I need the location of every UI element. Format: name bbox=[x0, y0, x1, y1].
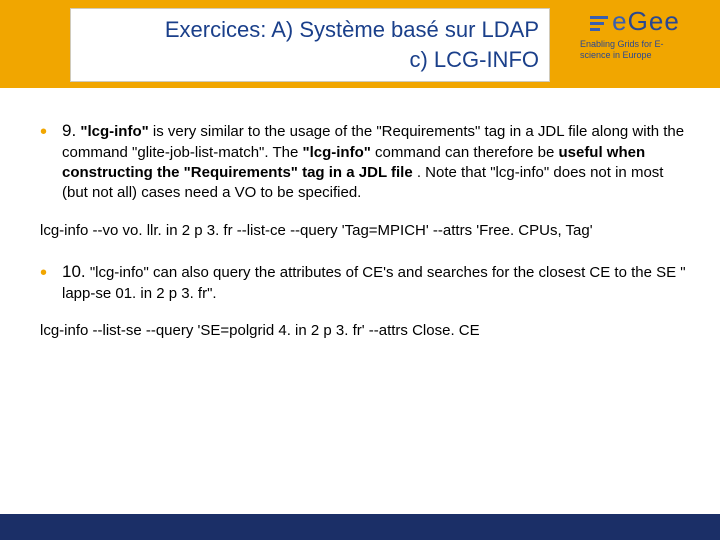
title-line-1: Exercices: A) Système basé sur LDAP bbox=[165, 15, 539, 45]
command-line: lcg-info --list-se --query 'SE=polgrid 4… bbox=[40, 322, 690, 339]
logo-mark: eGee bbox=[590, 6, 680, 37]
mid-bold: "lcg-info" bbox=[302, 144, 370, 161]
bullet-dot-icon: • bbox=[40, 261, 62, 304]
content: • 9. "lcg-info" is very similar to the u… bbox=[40, 120, 690, 361]
logo-lines-icon bbox=[590, 16, 608, 31]
bullet-body: 10. "lcg-info" can also query the attrib… bbox=[62, 261, 690, 304]
lead-bold: "lcg-info" bbox=[80, 123, 148, 140]
item-number: 9. bbox=[62, 121, 76, 140]
title-block: Exercices: A) Système basé sur LDAP c) L… bbox=[70, 8, 550, 82]
footer-band bbox=[0, 514, 720, 540]
logo-text: eGee bbox=[612, 6, 680, 37]
item-number: 10. bbox=[62, 262, 86, 281]
command-line: lcg-info --vo vo. llr. in 2 p 3. fr --li… bbox=[40, 222, 690, 239]
bullet-dot-icon: • bbox=[40, 120, 62, 204]
bullet-item: • 9. "lcg-info" is very similar to the u… bbox=[40, 120, 690, 204]
lead-rest: "lcg-info" can also query the attributes… bbox=[62, 264, 686, 302]
title-line-2: c) LCG-INFO bbox=[409, 45, 539, 75]
logo-tagline: Enabling Grids for E-science in Europe bbox=[580, 39, 690, 62]
logo: eGee Enabling Grids for E-science in Eur… bbox=[560, 6, 710, 84]
mid-rest: command can therefore be bbox=[375, 144, 558, 161]
bullet-body: 9. "lcg-info" is very similar to the usa… bbox=[62, 120, 690, 204]
bullet-item: • 10. "lcg-info" can also query the attr… bbox=[40, 261, 690, 304]
